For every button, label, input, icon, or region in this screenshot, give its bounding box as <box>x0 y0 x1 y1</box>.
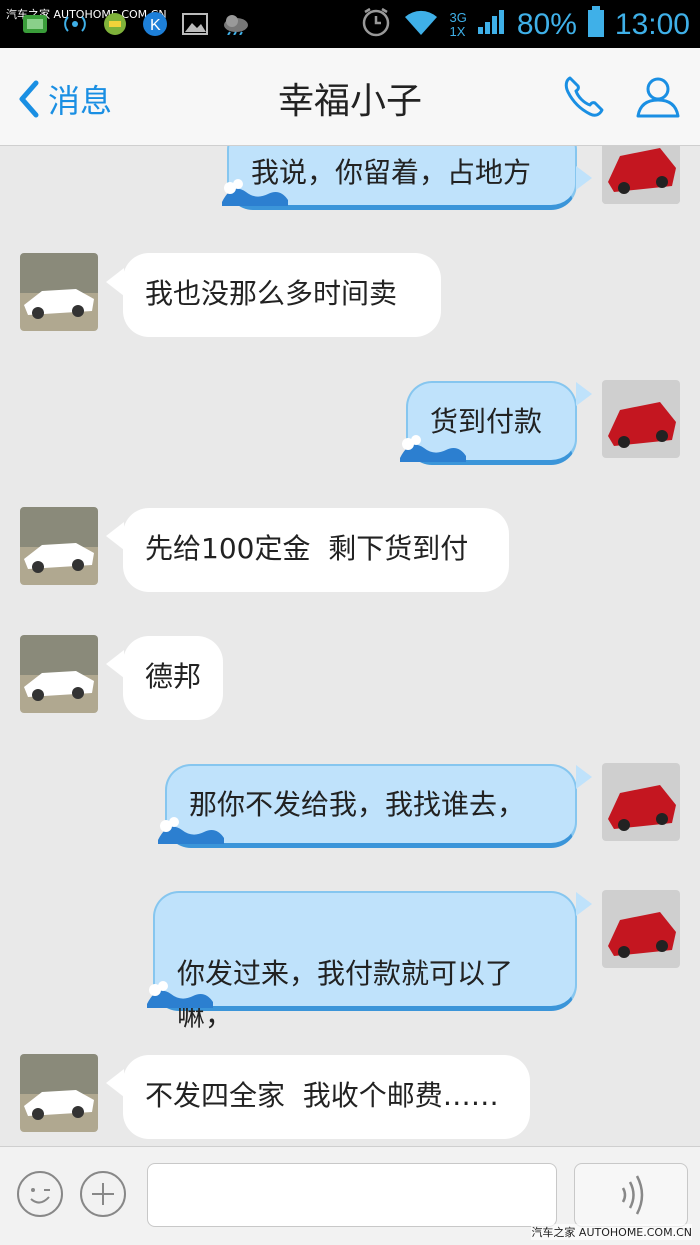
contact-avatar[interactable] <box>20 1054 98 1132</box>
bubble-tail <box>106 1069 124 1097</box>
message-text: 不发四全家 我收个邮费…… <box>145 1079 499 1112</box>
bubble-tail <box>576 892 592 916</box>
bubble-tail <box>106 522 124 550</box>
phone-icon[interactable] <box>560 72 608 120</box>
add-button[interactable] <box>80 1171 126 1217</box>
incoming-bubble[interactable]: 德邦 <box>123 636 223 720</box>
status-bar: 汽车之家 AUTOHOME.COM.CN K 3G 1X 80% 13:00 <box>0 0 700 48</box>
wave-decoration-icon <box>400 435 466 462</box>
bubble-tail <box>576 382 592 406</box>
battery-percent: 80% <box>516 7 577 41</box>
emoji-icon <box>30 1188 50 1204</box>
wave-decoration-icon <box>147 981 213 1008</box>
voice-icon <box>621 1175 644 1215</box>
message-text: 我也没那么多时间卖 <box>145 277 398 310</box>
bubble-tail <box>106 268 124 296</box>
app-notification-icon <box>102 12 128 36</box>
outgoing-bubble[interactable]: 你发过来，我付款就可以了 嘛， <box>153 891 577 1032</box>
outgoing-bubble[interactable]: 那你不发给我，我找谁去， <box>165 764 577 848</box>
bubble-tail <box>576 166 592 190</box>
message-text: 你发过来，我付款就可以了 嘛， <box>177 957 514 1032</box>
my-avatar[interactable] <box>602 146 680 204</box>
wave-decoration-icon <box>158 817 224 844</box>
app-notification-icon <box>22 12 48 36</box>
hotspot-icon <box>62 12 88 36</box>
message-text: 我说，你留着，占地方 <box>251 156 532 189</box>
kugou-icon: K <box>142 12 168 36</box>
bubble-tail <box>106 650 124 678</box>
plus-icon <box>92 1183 114 1205</box>
contact-avatar[interactable] <box>20 635 98 713</box>
clock: 13:00 <box>614 7 690 41</box>
message-text: 德邦 <box>145 660 202 693</box>
network-type: 3G 1X <box>449 9 467 39</box>
emoji-button[interactable] <box>17 1171 63 1217</box>
wifi-icon <box>402 7 440 42</box>
wave-decoration-icon <box>222 179 288 206</box>
notification-icons: K <box>22 12 248 36</box>
signal-icon <box>477 9 507 40</box>
message-input[interactable] <box>147 1163 557 1227</box>
svg-text:K: K <box>150 17 161 34</box>
contact-avatar[interactable] <box>20 507 98 585</box>
contact-avatar[interactable] <box>20 253 98 331</box>
incoming-bubble[interactable]: 我也没那么多时间卖 <box>123 253 441 337</box>
chat-header: 消息 幸福小子 <box>0 48 700 146</box>
bubble-tail <box>576 765 592 789</box>
contact-icon[interactable] <box>634 72 682 120</box>
my-avatar[interactable] <box>602 890 680 968</box>
status-right: 3G 1X 80% 13:00 <box>360 6 690 43</box>
gallery-icon <box>182 12 208 36</box>
my-avatar[interactable] <box>602 763 680 841</box>
message-text: 先给100定金 剩下货到付 <box>145 532 469 565</box>
voice-button[interactable] <box>574 1163 688 1227</box>
battery-icon <box>587 6 605 43</box>
message-text: 那你不发给我，我找谁去， <box>189 788 526 821</box>
weather-icon <box>222 12 248 36</box>
watermark: 汽车之家 AUTOHOME.COM.CN <box>531 1224 692 1240</box>
my-avatar[interactable] <box>602 380 680 458</box>
message-list[interactable]: 我说，你留着，占地方 我也没那么多时间卖 货到付款 先给100定金 剩下货到付 … <box>0 146 700 1146</box>
incoming-bubble[interactable]: 不发四全家 我收个邮费…… <box>123 1055 530 1139</box>
incoming-bubble[interactable]: 先给100定金 剩下货到付 <box>123 508 509 592</box>
alarm-icon <box>360 6 392 43</box>
